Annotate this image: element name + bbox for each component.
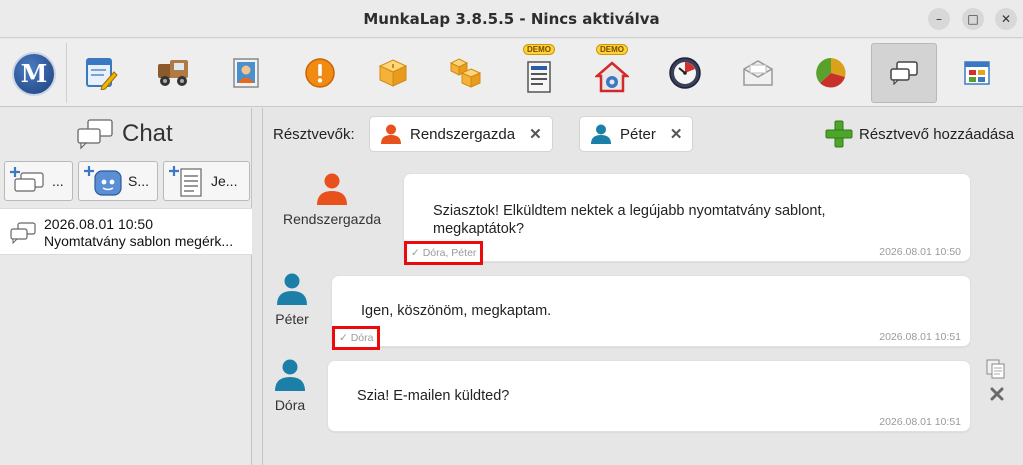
add-participant-label: Résztvevő hozzáadása [859,125,1015,143]
contact-card-icon [233,58,259,88]
add-support-icon [84,166,122,196]
message-bubble: Igen, köszönöm, megkaptam. 2026.08.01 10… [331,275,971,347]
toolbar-statistics-button[interactable] [798,43,864,103]
delete-icon[interactable] [990,387,1004,401]
seen-by-indicator: ✓ Dóra [332,326,381,350]
add-document-icon [169,166,202,197]
chat-sidebar: Chat ... S... Je... 2026.08.01 10:50 Nyo… [0,108,252,465]
toolbar-service-button[interactable]: DEMO [579,43,645,103]
add-participant-button[interactable]: Résztvevő hozzáadása [825,120,1014,148]
user-icon [591,124,611,144]
toolbar-inventory-button[interactable] [433,43,499,103]
message-text-line: Szia! E-mailen küldted? [357,388,510,404]
toolbar-time-button[interactable] [652,43,718,103]
envelope-icon [743,60,773,86]
conversation-preview: Nyomtatvány sablon megérk... [44,233,234,249]
new-chat-label: ... [52,173,64,189]
document-list-icon [527,61,551,93]
clock-icon [669,57,701,89]
sender-name: Péter [275,311,309,327]
message-text-line: megkaptátok? [433,221,525,237]
user-icon [277,273,307,305]
chat-heading-label: Chat [122,120,173,147]
toolbar-documents-button[interactable]: DEMO [506,43,572,103]
participant-chip-rendszergazda: Rendszergazda ✕ [369,116,553,152]
message-bubble: Sziasztok! Elküldtem nektek a legújabb n… [403,173,971,262]
pie-chart-icon [816,58,846,88]
toolbar-worksheet-button[interactable] [68,43,134,103]
new-report-chat-button[interactable]: Je... [163,161,250,201]
participant-chip-peter: Péter ✕ [579,116,694,152]
form-edit-icon [86,58,118,90]
sender-name: Rendszergazda [282,211,382,227]
new-report-chat-label: Je... [211,173,238,189]
title-bar: MunkaLap 3.8.5.5 - Nincs aktiválva – □ ✕ [0,0,1023,38]
maximize-button[interactable]: □ [962,8,984,30]
chat-bubbles-icon [77,119,113,150]
conversation-list-item[interactable]: 2026.08.01 10:50 Nyomtatvány sablon megé… [0,208,252,255]
user-icon [381,124,401,144]
demo-badge: DEMO [523,44,555,55]
remove-participant-button[interactable]: ✕ [670,125,683,143]
warning-icon [305,58,335,88]
message-text-line: Igen, köszönöm, megkaptam. [361,303,552,319]
demo-badge: DEMO [596,44,628,55]
user-icon [275,359,305,391]
house-gear-icon [595,61,629,93]
new-chat-button[interactable]: ... [4,161,73,201]
add-chat-icon [10,167,44,192]
toolbar-chat-button[interactable] [871,43,937,103]
boxes-icon [449,58,482,88]
message-timestamp: 2026.08.01 10:51 [879,331,961,343]
toolbar-divider [66,43,67,103]
sender-name: Dóra [274,397,306,413]
message-text-line: Sziasztok! Elküldtem nektek a legújabb n… [433,203,826,219]
message-sender: Dóra [273,358,307,413]
toolbar-dashboard-button[interactable] [944,43,1010,103]
message-sender: Rendszergazda [273,172,391,227]
minimize-button[interactable]: – [928,8,950,30]
participant-name: Rendszergazda [410,125,516,143]
truck-icon [158,60,188,86]
toolbar-alerts-button[interactable] [287,43,353,103]
window-title: MunkaLap 3.8.5.5 - Nincs aktiválva [363,10,660,28]
window-grid-icon [964,61,990,85]
participant-name: Péter [620,125,656,143]
close-button[interactable]: ✕ [995,8,1017,30]
chat-panel: Résztvevők: Rendszergazda ✕ Péter ✕ Rész… [262,108,1023,465]
green-plus-icon [825,120,853,148]
toolbar-contacts-button[interactable] [213,43,279,103]
message-sender: Péter [273,272,311,327]
message-bubble: Szia! E-mailen küldted? 2026.08.01 10:51 [327,360,971,432]
participants-label: Résztvevők: [273,126,355,143]
message-timestamp: 2026.08.01 10:50 [879,246,961,258]
toolbar-product-button[interactable] [360,43,426,103]
seen-by-indicator: ✓ Dóra, Péter [404,241,484,265]
app-logo[interactable]: M [12,52,56,96]
user-icon [317,173,347,205]
toolbar-mail-button[interactable] [725,43,791,103]
new-support-chat-button[interactable]: S... [78,161,158,201]
chat-bubbles-icon [890,61,918,86]
box-icon [378,59,408,87]
remove-participant-button[interactable]: ✕ [529,125,542,143]
new-support-chat-label: S... [128,173,150,189]
conversation-date: 2026.08.01 10:50 [44,216,153,232]
chat-heading: Chat [76,118,173,150]
chat-bubbles-icon [10,222,36,244]
main-toolbar: M DEMO DEMO [0,39,1023,107]
copy-icon[interactable] [985,358,1007,380]
toolbar-vehicles-button[interactable] [141,43,207,103]
message-timestamp: 2026.08.01 10:51 [879,416,961,428]
